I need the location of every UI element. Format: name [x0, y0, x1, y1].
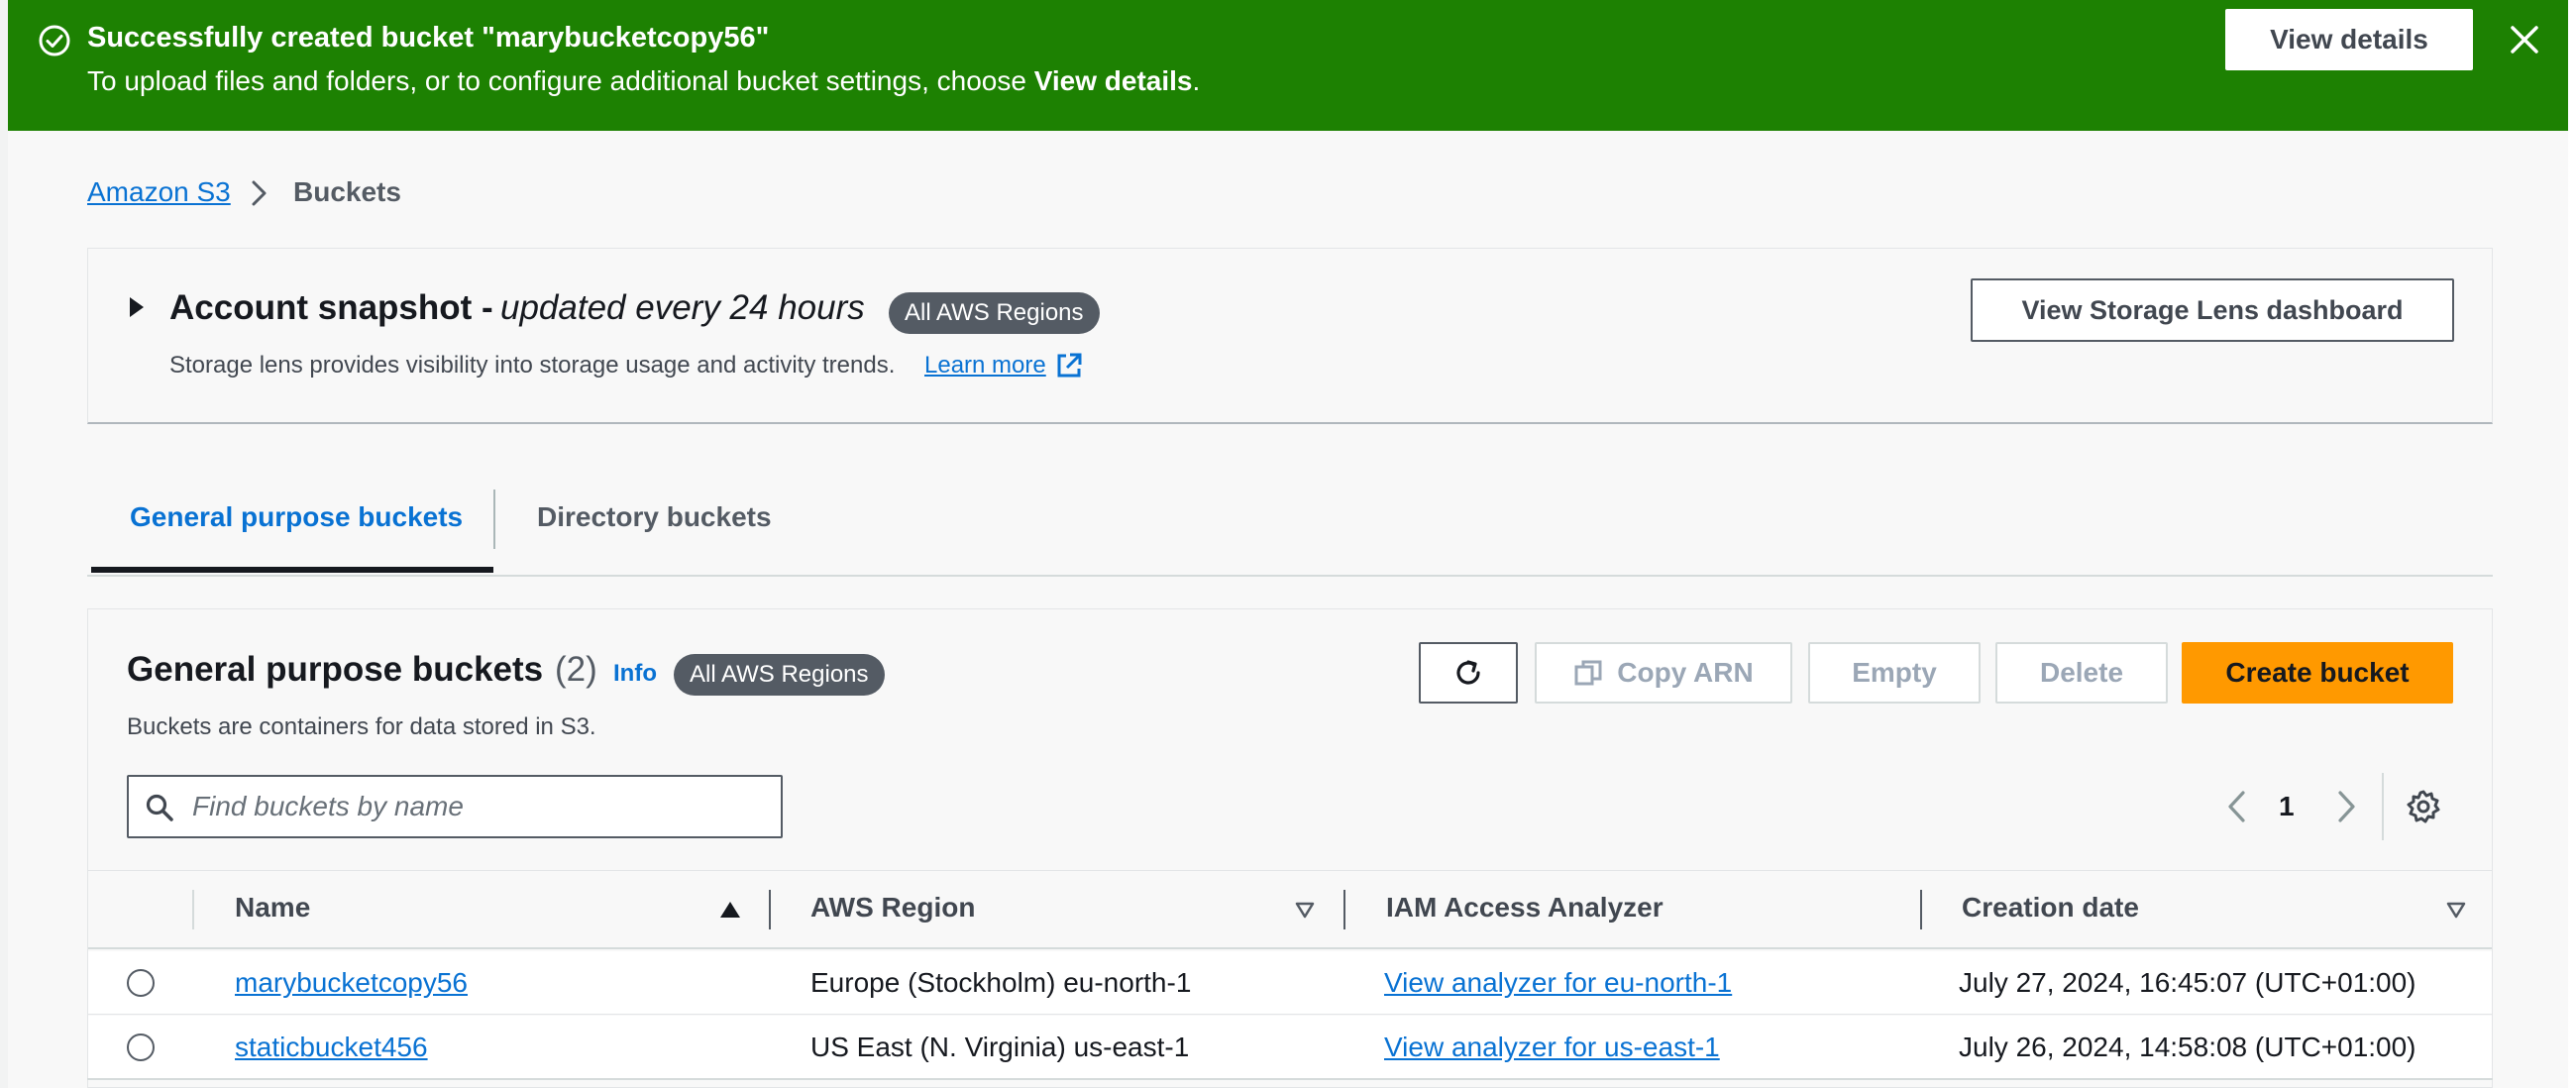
bucket-name-link[interactable]: marybucketcopy56	[235, 967, 468, 999]
copy-arn-button: Copy ARN	[1535, 642, 1792, 704]
view-details-button[interactable]: View details	[2225, 9, 2473, 70]
breadcrumb-amazon-s3[interactable]: Amazon S3	[87, 176, 231, 208]
table-bottom-border	[87, 1078, 2493, 1080]
bucket-region: Europe (Stockholm) eu-north-1	[810, 967, 1192, 998]
column-region-header[interactable]: AWS Region	[810, 892, 975, 924]
pager-divider	[2382, 773, 2384, 840]
view-storage-lens-button[interactable]: View Storage Lens dashboard	[1971, 278, 2454, 342]
sort-unsorted-icon[interactable]	[2445, 900, 2467, 920]
left-edge	[0, 0, 8, 1088]
panel-title: General purpose buckets	[127, 650, 544, 689]
sort-unsorted-icon[interactable]	[1294, 900, 1316, 920]
breadcrumb-current: Buckets	[293, 176, 401, 207]
next-page-icon[interactable]	[2332, 789, 2360, 824]
analyzer-link[interactable]: View analyzer for eu-north-1	[1384, 967, 1732, 999]
caret-right-icon[interactable]	[128, 296, 146, 318]
snapshot-regions-badge: All AWS Regions	[889, 292, 1100, 334]
tab-directory-buckets[interactable]: Directory buckets	[537, 501, 772, 533]
tab-general-purpose-buckets[interactable]: General purpose buckets	[130, 501, 463, 533]
sort-ascending-icon[interactable]	[719, 900, 741, 920]
check-circle-icon	[39, 25, 70, 56]
column-resizer[interactable]	[1343, 890, 1345, 929]
delete-button: Delete	[1995, 642, 2168, 704]
refresh-icon	[1456, 660, 1480, 685]
header-divider	[192, 890, 194, 929]
search-icon	[146, 794, 173, 821]
search-input[interactable]	[192, 785, 767, 828]
snapshot-subtitle: updated every 24 hours	[500, 288, 865, 327]
close-icon[interactable]	[2505, 20, 2544, 59]
flash-message: To upload files and folders, or to confi…	[87, 65, 1200, 97]
create-bucket-button[interactable]: Create bucket	[2182, 642, 2453, 704]
column-analyzer-header: IAM Access Analyzer	[1386, 892, 1664, 923]
copy-icon	[1574, 660, 1602, 686]
gear-icon[interactable]	[2406, 789, 2441, 824]
flash-message-suffix: .	[1192, 65, 1201, 96]
column-name-header[interactable]: Name	[235, 892, 310, 924]
snapshot-title[interactable]: Account snapshot -	[169, 288, 493, 328]
flash-title: Successfully created bucket "marybucketc…	[87, 22, 770, 54]
copy-arn-label: Copy ARN	[1617, 657, 1754, 688]
tabs-baseline	[87, 575, 2493, 577]
chevron-right-icon	[252, 180, 267, 206]
empty-button: Empty	[1808, 642, 1981, 704]
bucket-name-link[interactable]: staticbucket456	[235, 1032, 428, 1063]
search-field[interactable]	[127, 775, 783, 838]
analyzer-link[interactable]: View analyzer for us-east-1	[1384, 1032, 1720, 1063]
active-tab-indicator	[91, 567, 493, 573]
panel-regions-badge: All AWS Regions	[674, 654, 885, 696]
column-created-header[interactable]: Creation date	[1962, 892, 2139, 924]
row-select-radio[interactable]	[127, 969, 155, 997]
account-snapshot-panel: Account snapshot - updated every 24 hour…	[87, 248, 2493, 424]
bucket-count: (2)	[555, 650, 597, 689]
refresh-button[interactable]	[1419, 642, 1518, 704]
external-link-icon[interactable]	[1055, 352, 1083, 380]
right-edge	[2568, 0, 2576, 1088]
flash-message-prefix: To upload files and folders, or to confi…	[87, 65, 1034, 96]
bucket-region: US East (N. Virginia) us-east-1	[810, 1032, 1190, 1062]
panel-description: Buckets are containers for data stored i…	[127, 713, 596, 740]
tab-divider	[493, 490, 495, 549]
column-resizer[interactable]	[1920, 890, 1922, 929]
snapshot-description: Storage lens provides visibility into st…	[169, 352, 896, 379]
info-link[interactable]: Info	[613, 660, 657, 688]
success-flash-banner: Successfully created bucket "marybucketc…	[8, 0, 2568, 131]
learn-more-link[interactable]: Learn more	[924, 352, 1046, 380]
row-select-radio[interactable]	[127, 1034, 155, 1061]
flash-message-strong: View details	[1033, 65, 1193, 96]
current-page[interactable]: 1	[2279, 791, 2295, 822]
column-resizer[interactable]	[769, 890, 771, 929]
creation-date: July 26, 2024, 14:58:08 (UTC+01:00)	[1959, 1032, 2416, 1062]
creation-date: July 27, 2024, 16:45:07 (UTC+01:00)	[1959, 967, 2416, 998]
previous-page-icon[interactable]	[2223, 789, 2251, 824]
